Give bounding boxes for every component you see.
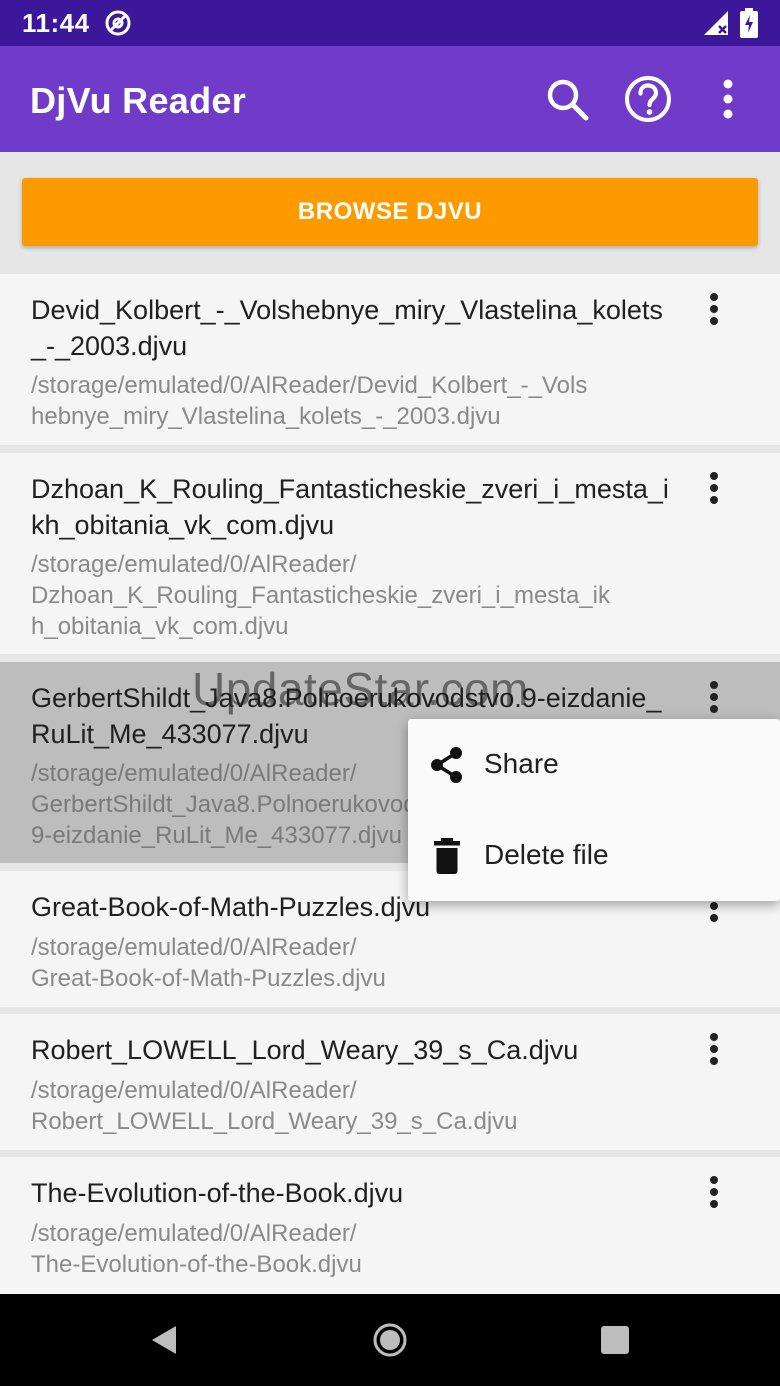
item-more-icon[interactable] xyxy=(698,680,730,714)
do-not-disturb-icon xyxy=(105,10,131,36)
item-more-icon[interactable] xyxy=(698,1032,730,1066)
file-list-item[interactable]: Devid_Kolbert_-_Volshebnye_miry_Vlasteli… xyxy=(0,274,780,445)
item-more-icon[interactable] xyxy=(698,1175,730,1209)
status-time: 11:44 xyxy=(22,8,90,38)
watermark: UpdateStar.com xyxy=(192,663,529,715)
back-icon[interactable] xyxy=(146,1322,182,1358)
app-title: DjVu Reader xyxy=(30,80,247,121)
file-list-item[interactable]: Dzhoan_K_Rouling_Fantasticheskie_zveri_i… xyxy=(0,453,780,654)
more-vert-icon[interactable] xyxy=(703,74,753,124)
file-path: /storage/emulated/0/AlReader/ Dzhoan_K_R… xyxy=(31,551,610,640)
help-icon[interactable] xyxy=(623,74,673,124)
item-more-icon[interactable] xyxy=(698,292,730,326)
file-name: The-Evolution-of-the-Book.djvu xyxy=(31,1178,404,1208)
share-icon xyxy=(431,747,462,783)
delete-icon xyxy=(434,838,460,874)
browse-djvu-button[interactable]: BROWSE DJVU xyxy=(22,178,758,246)
search-icon[interactable] xyxy=(542,74,592,124)
context-menu: Share Delete file xyxy=(408,719,780,901)
app-bar: DjVu Reader xyxy=(0,46,780,152)
file-name: Devid_Kolbert_-_Volshebnye_miry_Vlasteli… xyxy=(31,295,663,361)
file-list-item[interactable]: Robert_LOWELL_Lord_Weary_39_s_Ca.djvu /s… xyxy=(0,1014,780,1150)
navigation-bar xyxy=(0,1294,780,1386)
file-list-item[interactable]: The-Evolution-of-the-Book.djvu /storage/… xyxy=(0,1157,780,1294)
file-name: Dzhoan_K_Rouling_Fantasticheskie_zveri_i… xyxy=(31,474,669,540)
home-icon[interactable] xyxy=(372,1322,408,1358)
menu-item-share[interactable]: Share xyxy=(408,719,780,810)
file-path: /storage/emulated/0/AlReader/ Great-Book… xyxy=(31,934,386,992)
signal-icon xyxy=(704,11,728,35)
battery-charging-icon xyxy=(740,8,758,38)
browse-area: BROWSE DJVU xyxy=(0,152,780,274)
file-path: /storage/emulated/0/AlReader/ Robert_LOW… xyxy=(31,1077,518,1135)
menu-item-label: Delete file xyxy=(484,839,609,870)
menu-item-delete-file[interactable]: Delete file xyxy=(408,810,780,901)
menu-item-label: Share xyxy=(484,748,559,779)
file-name: Robert_LOWELL_Lord_Weary_39_s_Ca.djvu xyxy=(31,1035,579,1065)
file-path: /storage/emulated/0/AlReader/ The-Evolut… xyxy=(31,1220,362,1278)
file-path: /storage/emulated/0/AlReader/Devid_Kolbe… xyxy=(31,372,588,430)
item-more-icon[interactable] xyxy=(698,471,730,505)
status-bar: 11:44 xyxy=(0,0,780,46)
recents-icon[interactable] xyxy=(597,1322,633,1358)
